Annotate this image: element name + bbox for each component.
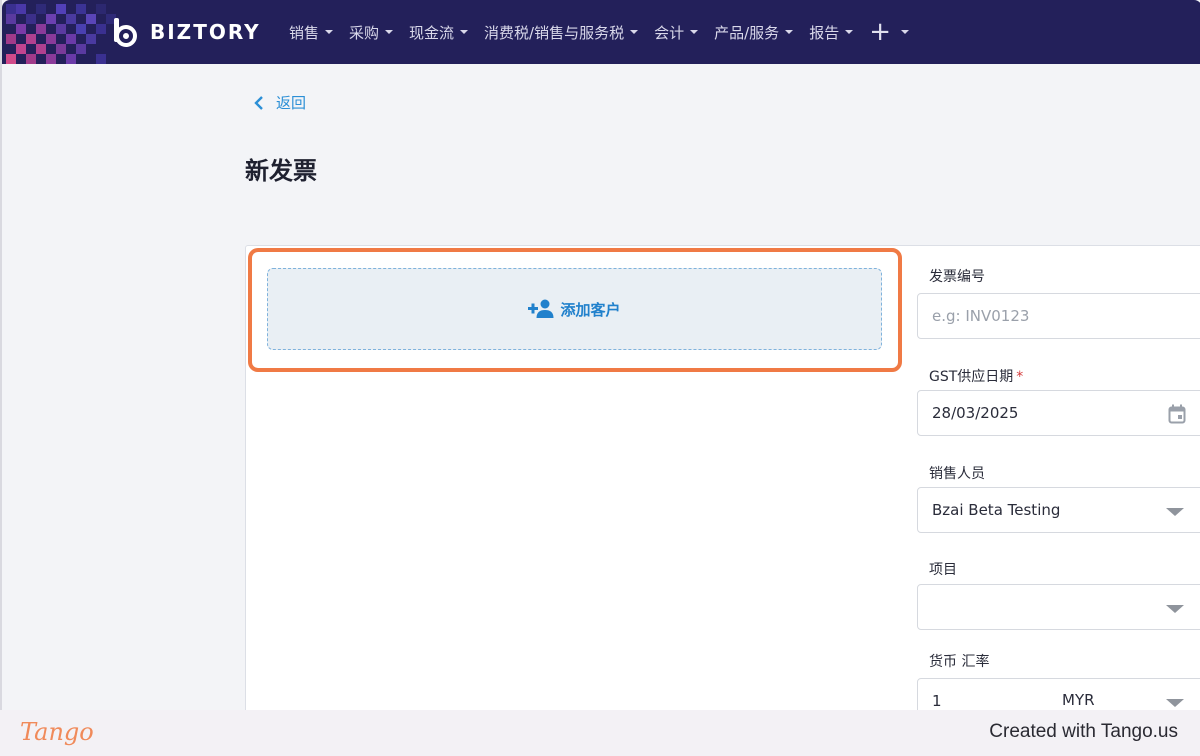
chevron-down-icon bbox=[1166, 699, 1184, 707]
biztory-logo-icon bbox=[110, 16, 142, 48]
back-link[interactable]: 返回 bbox=[254, 92, 306, 113]
menu-products[interactable]: 产品/服务 bbox=[714, 22, 794, 43]
add-customer-button[interactable]: 添加客户 bbox=[267, 268, 882, 350]
gst-date-value: 28/03/2025 bbox=[932, 404, 1019, 422]
menu-accounting[interactable]: 会计 bbox=[654, 22, 699, 43]
project-select[interactable] bbox=[917, 584, 1200, 630]
add-customer-label: 添加客户 bbox=[560, 300, 621, 319]
chevron-down-icon bbox=[845, 30, 854, 34]
currency-label: 货币 汇率 bbox=[929, 651, 989, 671]
add-person-icon bbox=[528, 299, 554, 318]
project-label: 项目 bbox=[929, 559, 957, 579]
back-label: 返回 bbox=[276, 94, 307, 112]
invoice-number-field[interactable] bbox=[917, 293, 1200, 339]
gst-date-field[interactable]: 28/03/2025 bbox=[917, 390, 1200, 436]
plus-icon: + bbox=[869, 17, 891, 47]
salesperson-select[interactable]: Bzai Beta Testing bbox=[917, 487, 1200, 533]
chevron-down-icon bbox=[1166, 508, 1184, 516]
salesperson-label: 销售人员 bbox=[929, 463, 985, 483]
label-text: 货币 汇率 bbox=[929, 654, 990, 670]
chevron-down-icon bbox=[325, 30, 334, 34]
brand[interactable]: BIZTORY bbox=[110, 14, 261, 50]
salesperson-value: Bzai Beta Testing bbox=[932, 501, 1061, 519]
tango-credit: Created with Tango.us bbox=[989, 721, 1178, 742]
brand-pixel-pattern bbox=[2, 0, 122, 64]
brand-name: BIZTORY bbox=[150, 20, 261, 44]
gst-date-label: GST供应日期 * bbox=[929, 366, 1023, 386]
menu-purchases[interactable]: 采购 bbox=[349, 22, 394, 43]
page-title: 新发票 bbox=[245, 157, 317, 185]
calendar-icon[interactable] bbox=[1168, 404, 1186, 424]
menu-label: 销售 bbox=[289, 23, 320, 42]
currency-field[interactable]: 1 MYR bbox=[917, 678, 1200, 710]
top-navbar: BIZTORY 销售 采购 现金流 消费税/销售与服务税 会计 产品/服务 报告… bbox=[2, 0, 1200, 64]
chevron-down-icon bbox=[630, 30, 639, 34]
menu-tax[interactable]: 消费税/销售与服务税 bbox=[484, 22, 639, 43]
tango-footer: Tango Created with Tango.us bbox=[0, 710, 1200, 756]
menu-label: 会计 bbox=[654, 23, 685, 42]
currency-code[interactable]: MYR bbox=[1062, 691, 1095, 709]
chevron-down-icon bbox=[690, 30, 699, 34]
menu-label: 产品/服务 bbox=[714, 23, 780, 42]
app-window: BIZTORY 销售 采购 现金流 消费税/销售与服务税 会计 产品/服务 报告… bbox=[0, 0, 1200, 710]
menu-sales[interactable]: 销售 bbox=[289, 22, 334, 43]
menu-reports[interactable]: 报告 bbox=[809, 22, 854, 43]
main-menu: 销售 采购 现金流 消费税/销售与服务税 会计 产品/服务 报告 + bbox=[289, 0, 925, 64]
label-text: GST供应日期 bbox=[929, 369, 1014, 385]
chevron-left-icon bbox=[254, 95, 263, 110]
chevron-down-icon bbox=[460, 30, 469, 34]
menu-label: 消费税/销售与服务税 bbox=[484, 23, 625, 42]
invoice-number-input[interactable] bbox=[932, 307, 1172, 325]
required-marker: * bbox=[1016, 369, 1024, 385]
menu-label: 采购 bbox=[349, 23, 380, 42]
exchange-rate-value[interactable]: 1 bbox=[932, 692, 942, 710]
chevron-down-icon bbox=[785, 30, 794, 34]
label-text: 项目 bbox=[929, 562, 957, 578]
chevron-down-icon bbox=[901, 30, 909, 34]
label-text: 销售人员 bbox=[929, 466, 985, 482]
menu-quick-add[interactable]: + bbox=[869, 19, 909, 45]
invoice-number-label: 发票编号 bbox=[929, 266, 985, 286]
chevron-down-icon bbox=[1166, 605, 1184, 613]
tango-logo: Tango bbox=[20, 718, 94, 746]
menu-cashflow[interactable]: 现金流 bbox=[409, 22, 469, 43]
menu-label: 现金流 bbox=[409, 23, 455, 42]
label-text: 发票编号 bbox=[929, 269, 985, 285]
menu-label: 报告 bbox=[809, 23, 840, 42]
chevron-down-icon bbox=[385, 30, 394, 34]
